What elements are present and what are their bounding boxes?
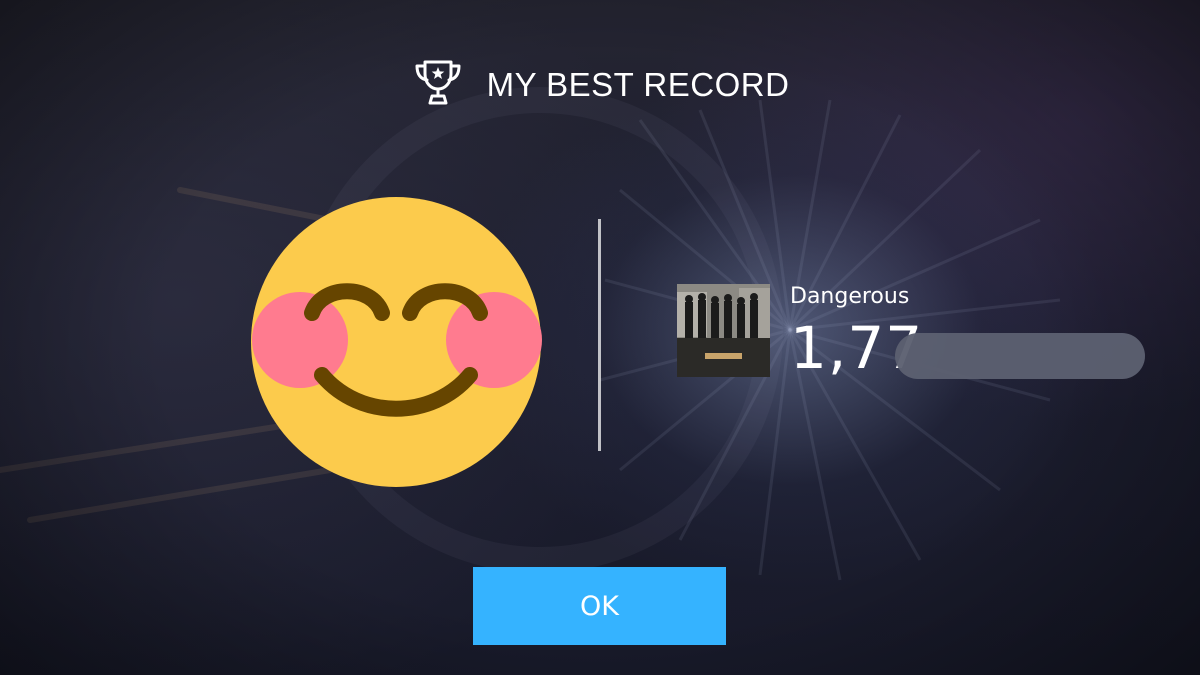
emoji-right-cheek [446, 292, 542, 388]
album-cover [677, 284, 770, 377]
trophy-icon [415, 60, 461, 105]
score-redaction-overlay [895, 333, 1145, 379]
song-title: Dangerous [790, 284, 910, 309]
emoji-left-cheek [252, 292, 348, 388]
header: MY BEST RECORD [0, 55, 1200, 111]
vertical-divider [598, 219, 601, 451]
smiling-face-with-blush-emoji [251, 197, 542, 487]
page-title: MY BEST RECORD [486, 65, 790, 103]
ok-button[interactable]: OK [473, 567, 726, 645]
